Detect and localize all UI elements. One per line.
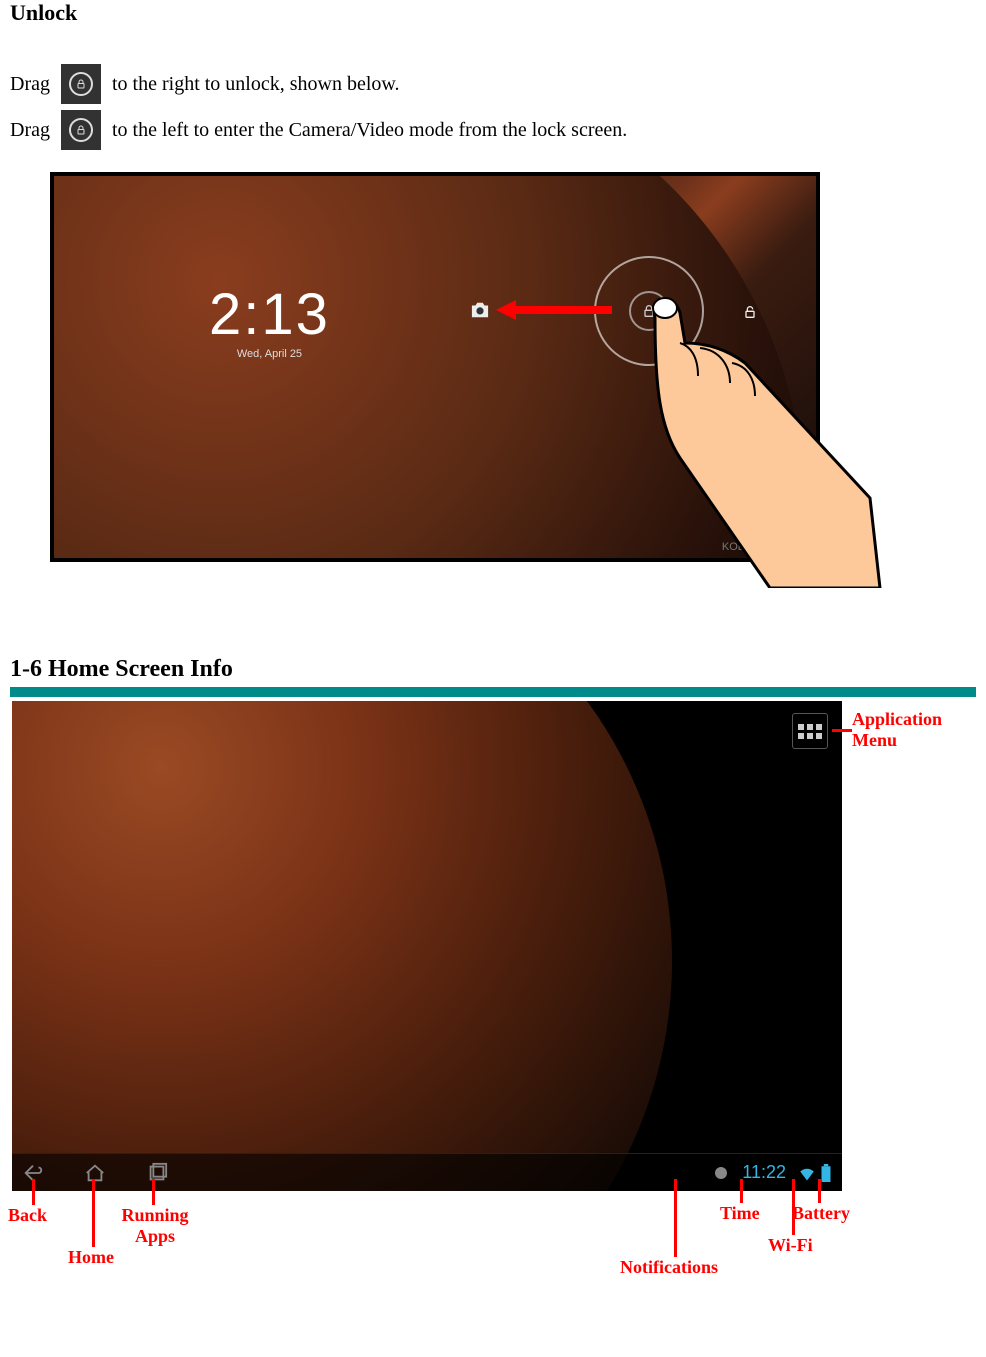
instruction-line-1: Drag to the right to unlock, shown below… [10,64,976,104]
home-screen-figure: 11:22 Application Menu Back Home Running… [12,701,842,1271]
callout-line [32,1179,35,1205]
callout-line [92,1179,95,1247]
notification-icon[interactable] [712,1164,730,1182]
lock-slider-handle[interactable] [629,291,669,331]
callout-time: Time [720,1203,760,1224]
callout-line [818,1179,821,1203]
text: to the right to unlock, shown below. [107,73,400,96]
callout-home: Home [68,1247,114,1268]
heading-unlock: Unlock [10,0,976,26]
lock-icon [61,110,101,150]
callout-back: Back [8,1205,47,1226]
navigation-bar: 11:22 [12,1153,842,1191]
callout-notifications: Notifications [620,1257,718,1278]
battery-icon [798,540,808,554]
unlock-icon[interactable] [742,302,758,322]
network-name: KOB-CAN [722,541,772,553]
wifi-icon [798,1165,816,1181]
home-screen: 11:22 [12,701,842,1191]
home-button[interactable] [84,1162,106,1184]
lock-icon [61,64,101,104]
wallpaper-planet [12,701,672,1191]
recent-apps-button[interactable] [146,1162,168,1184]
callout-line [674,1179,677,1257]
section-divider [10,687,976,697]
lock-screen-figure: 2:13 Wed, April 25 KOB-CAN [50,172,910,612]
callout-line [152,1179,155,1205]
battery-icon [820,1164,832,1182]
callout-line [832,729,852,732]
clock-time: 2:13 [209,281,330,348]
status-time: 11:22 [742,1162,786,1183]
wifi-icon [778,541,792,553]
instruction-line-2: Drag to the left to enter the Camera/Vid… [10,110,976,150]
callout-application-menu: Application Menu [852,709,982,751]
callout-battery: Battery [792,1203,850,1224]
status-bar: KOB-CAN [722,540,808,554]
callout-running-apps: Running Apps [100,1205,210,1247]
clock-widget: 2:13 Wed, April 25 [209,281,330,360]
app-drawer-button[interactable] [792,713,828,749]
swipe-arrow [496,300,612,320]
wallpaper-planet [50,172,804,562]
status-area[interactable]: 11:22 [712,1162,832,1183]
camera-icon[interactable] [469,301,491,319]
lock-screen: 2:13 Wed, April 25 KOB-CAN [50,172,820,562]
callout-line [740,1179,743,1203]
text: Drag [10,73,55,96]
clock-date: Wed, April 25 [209,348,330,360]
heading-home-screen-info: 1-6 Home Screen Info [10,656,976,683]
text: Drag [10,119,55,142]
callout-wifi: Wi-Fi [768,1235,813,1256]
text: to the left to enter the Camera/Video mo… [107,119,627,142]
